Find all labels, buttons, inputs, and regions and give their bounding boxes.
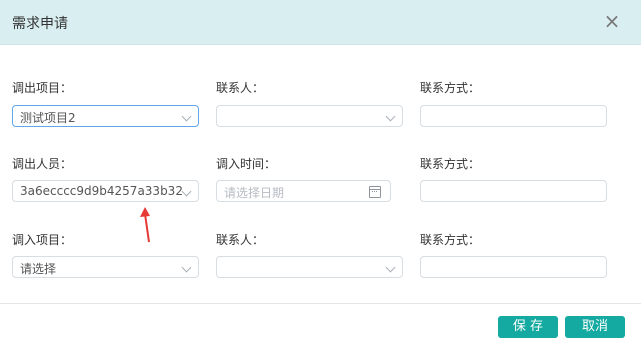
in-contact-label: 联系人： <box>216 233 265 247</box>
out-project-value: 测试项目2 <box>20 111 76 125</box>
in-time-label: 调入时间： <box>216 157 277 171</box>
in-contact-select[interactable] <box>216 256 403 278</box>
chevron-down-icon <box>181 262 192 273</box>
footer-divider <box>0 303 641 304</box>
out-staff-label: 调出人员： <box>12 157 73 171</box>
close-icon[interactable]: × <box>601 10 623 32</box>
in-project-label: 调入项目： <box>12 233 73 247</box>
chevron-down-icon <box>385 111 396 122</box>
save-button[interactable]: 保 存 <box>498 316 558 338</box>
cancel-button[interactable]: 取消 <box>565 316 625 338</box>
in-phone-label-row3: 联系方式： <box>420 233 481 247</box>
chevron-down-icon <box>181 111 192 122</box>
out-contact-select[interactable] <box>216 105 403 127</box>
chevron-down-icon <box>181 186 192 197</box>
out-phone-label: 联系方式： <box>420 81 481 95</box>
out-phone-input[interactable] <box>420 105 607 127</box>
out-contact-label: 联系人： <box>216 81 265 95</box>
in-phone-label-row2: 联系方式： <box>420 157 481 171</box>
dialog-title: 需求申请 <box>12 16 68 32</box>
in-phone-input-row3[interactable] <box>420 256 607 278</box>
in-time-placeholder: 请选择日期 <box>224 186 285 200</box>
out-project-label: 调出项目： <box>12 81 73 95</box>
calendar-icon <box>369 186 381 198</box>
in-phone-input-row2[interactable] <box>420 180 607 202</box>
arrow-up-icon <box>140 207 150 243</box>
in-project-select[interactable]: 请选择 <box>12 256 199 278</box>
in-time-date-picker[interactable]: 请选择日期 <box>216 180 391 202</box>
out-project-select[interactable]: 测试项目2 <box>12 105 199 127</box>
out-staff-value: 3a6ecccc9d9b4257a33b328... <box>20 184 182 198</box>
dialog-header: 需求申请 × <box>0 0 641 45</box>
demand-application-dialog: 需求申请 × 调出项目： 测试项目2 联系人： 联系方式： 调出人员： 3a6e… <box>0 0 641 345</box>
chevron-down-icon <box>385 262 396 273</box>
in-project-placeholder: 请选择 <box>20 262 57 276</box>
out-staff-select[interactable]: 3a6ecccc9d9b4257a33b328... <box>12 180 199 202</box>
